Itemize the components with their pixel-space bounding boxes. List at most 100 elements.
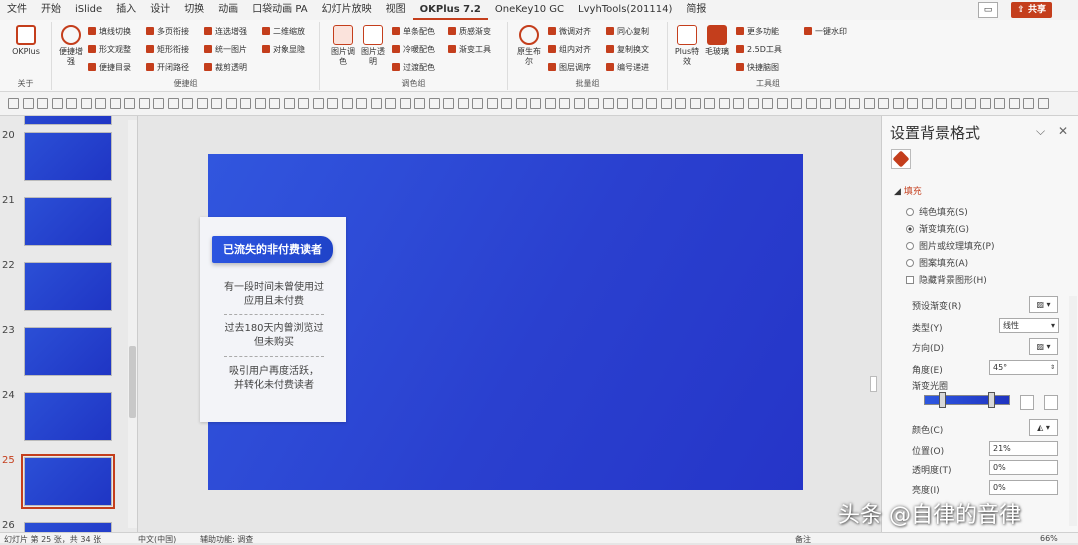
align-tool-icon[interactable] — [617, 98, 628, 109]
align-tool-icon[interactable] — [457, 98, 469, 109]
menu-tab[interactable]: 幻灯片放映 — [315, 0, 379, 20]
menu-tab[interactable]: OKPlus 7.2 — [412, 1, 488, 20]
thumbnail-scrollbar[interactable] — [128, 120, 137, 528]
ribbon-item[interactable]: 统一图片 — [204, 44, 247, 56]
comment-icon[interactable]: ▭ — [978, 2, 998, 18]
fill-bucket-icon[interactable] — [891, 149, 911, 169]
align-tool-icon[interactable] — [66, 98, 77, 109]
color-picker[interactable]: ◭ ▾ — [1029, 419, 1058, 436]
ribbon-item[interactable]: 便捷目录 — [88, 62, 131, 74]
menu-tab[interactable]: 设计 — [143, 0, 177, 20]
slide-thumbnail[interactable] — [24, 262, 112, 311]
ribbon-item[interactable]: 同心复制 — [606, 26, 649, 38]
ribbon-item[interactable]: 更多功能 — [736, 26, 779, 38]
align-tool-icon[interactable] — [182, 98, 193, 109]
align-tool-icon[interactable] — [283, 98, 295, 109]
notes-button[interactable]: 备注 — [795, 534, 811, 545]
plus-effect-button[interactable]: Plus特效 — [672, 25, 702, 67]
ribbon-item[interactable]: 多页衔接 — [146, 26, 189, 38]
image-tone-button[interactable]: 图片调色 — [328, 25, 358, 67]
ribbon-item[interactable]: 对象显隐 — [262, 44, 305, 56]
accessibility[interactable]: 辅助功能: 调查 — [200, 534, 253, 545]
ribbon-item[interactable]: 图层调序 — [548, 62, 591, 74]
align-tool-icon[interactable] — [660, 98, 672, 109]
align-tool-icon[interactable] — [907, 98, 918, 109]
canvas-scrollbar[interactable] — [869, 120, 878, 528]
zoom-level[interactable]: 66% — [1040, 534, 1058, 543]
align-tool-icon[interactable] — [211, 98, 222, 109]
align-tool-icon[interactable] — [733, 98, 744, 109]
preset-gradient-dropdown[interactable]: ▨ ▾ — [1029, 296, 1058, 313]
ribbon-item[interactable]: 填线切换 — [88, 26, 131, 38]
align-tool-icon[interactable] — [559, 98, 570, 109]
align-tool-icon[interactable] — [8, 98, 19, 109]
align-tool-icon[interactable] — [718, 98, 730, 109]
boolean-button[interactable]: 原生布尔 — [514, 25, 544, 67]
menu-tab[interactable]: 文件 — [0, 0, 34, 20]
align-tool-icon[interactable] — [428, 98, 440, 109]
menu-tab[interactable]: 插入 — [109, 0, 143, 20]
frosted-glass-button[interactable]: 毛玻璃 — [702, 25, 732, 57]
align-tool-icon[interactable] — [269, 98, 280, 109]
menu-tab[interactable]: 视图 — [379, 0, 413, 20]
menu-tab[interactable]: 简报 — [679, 0, 713, 20]
align-tool-icon[interactable] — [196, 98, 208, 109]
align-tool-icon[interactable] — [820, 98, 831, 109]
ribbon-item[interactable]: 单条配色 — [392, 26, 435, 38]
ribbon-item[interactable]: 矩形衔接 — [146, 44, 189, 56]
slide-thumbnail[interactable] — [24, 522, 112, 532]
ribbon-item[interactable]: 冷暖配色 — [392, 44, 435, 56]
align-tool-icon[interactable] — [312, 98, 324, 109]
chevron-down-icon[interactable]: ⌵ — [1036, 124, 1045, 139]
fill-option-radio[interactable]: 图片或纹理填充(P) — [906, 239, 994, 252]
align-tool-icon[interactable] — [762, 98, 773, 109]
align-tool-icon[interactable] — [1023, 98, 1034, 109]
align-tool-icon[interactable] — [936, 98, 947, 109]
slide-thumbnail[interactable] — [24, 132, 112, 181]
align-tool-icon[interactable] — [254, 98, 266, 109]
transparency-input[interactable]: 0% — [989, 460, 1058, 475]
align-tool-icon[interactable] — [240, 98, 251, 109]
align-tool-icon[interactable] — [573, 98, 585, 109]
align-tool-icon[interactable] — [965, 98, 976, 109]
menu-tab[interactable]: LvyhTools(201114) — [571, 0, 679, 20]
gradient-stop[interactable] — [988, 392, 996, 408]
ribbon-item[interactable]: 开闭路径 — [146, 62, 189, 74]
align-tool-icon[interactable] — [588, 98, 599, 109]
slide-thumbnail[interactable] — [24, 392, 112, 441]
align-tool-icon[interactable] — [921, 98, 933, 109]
align-tool-icon[interactable] — [863, 98, 875, 109]
fill-option-radio[interactable]: 图案填充(A) — [906, 256, 968, 269]
slide-thumbnail[interactable] — [24, 116, 112, 125]
type-select[interactable]: 线性 ▾ — [999, 318, 1059, 333]
slide-thumbnail[interactable] — [24, 327, 112, 376]
align-tool-icon[interactable] — [878, 98, 889, 109]
align-tool-icon[interactable] — [153, 98, 164, 109]
shortcut-enhance-button[interactable]: 便捷增强 — [56, 25, 86, 67]
align-tool-icon[interactable] — [356, 98, 367, 109]
align-tool-icon[interactable] — [646, 98, 657, 109]
okplus-button[interactable]: OKPlus — [11, 25, 41, 57]
align-tool-icon[interactable] — [631, 98, 643, 109]
align-tool-icon[interactable] — [341, 98, 353, 109]
ribbon-item[interactable]: 质感渐变 — [448, 26, 491, 38]
menu-tab[interactable]: 口袋动画 PA — [245, 0, 314, 20]
ribbon-item[interactable]: 编号递进 — [606, 62, 649, 74]
ribbon-item[interactable]: 复制换文 — [606, 44, 649, 56]
ribbon-item[interactable]: 形文观整 — [88, 44, 131, 56]
align-tool-icon[interactable] — [689, 98, 701, 109]
align-tool-icon[interactable] — [414, 98, 425, 109]
angle-input[interactable]: 45° ⇕ — [989, 360, 1058, 375]
ribbon-item[interactable]: 一键水印 — [804, 26, 847, 38]
menu-tab[interactable]: OneKey10 GC — [488, 0, 571, 20]
align-tool-icon[interactable] — [298, 98, 309, 109]
align-tool-icon[interactable] — [167, 98, 179, 109]
direction-dropdown[interactable]: ▨ ▾ — [1029, 338, 1058, 355]
align-tool-icon[interactable] — [37, 98, 48, 109]
align-tool-icon[interactable] — [51, 98, 63, 109]
align-tool-icon[interactable] — [979, 98, 991, 109]
gradient-stop[interactable] — [939, 392, 947, 408]
align-tool-icon[interactable] — [443, 98, 454, 109]
align-tool-icon[interactable] — [602, 98, 614, 109]
close-icon[interactable]: ✕ — [1058, 124, 1068, 138]
